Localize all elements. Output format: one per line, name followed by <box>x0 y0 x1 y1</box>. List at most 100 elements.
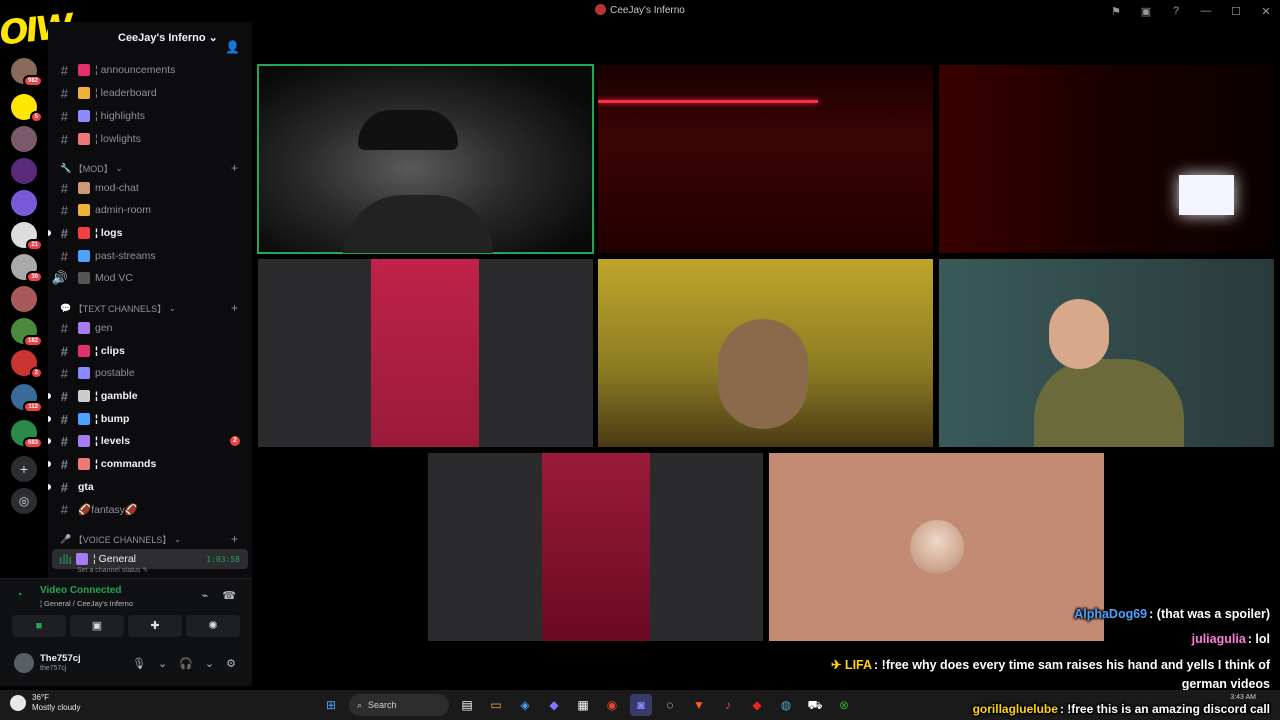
microphone-icon: 🎤 <box>60 533 74 544</box>
channel-leaderboard[interactable]: # ¦ leaderboard <box>48 83 252 103</box>
help-icon[interactable]: ? <box>1168 5 1184 17</box>
channel-past-streams[interactable]: # past-streams <box>48 246 252 266</box>
video-tile[interactable] <box>939 65 1274 253</box>
video-tile[interactable] <box>258 259 593 447</box>
chevron-down-icon[interactable]: ⌄ <box>205 657 214 670</box>
channel-logs[interactable]: # ¦ logs <box>48 223 252 243</box>
chrome-icon[interactable]: ◉ <box>601 694 623 716</box>
noise-suppression-icon[interactable]: ⌁ <box>202 589 209 602</box>
task-view-icon[interactable]: ▤ <box>456 694 478 716</box>
avatar[interactable] <box>14 653 34 673</box>
add-channel-icon[interactable]: + <box>231 161 238 175</box>
headphones-icon[interactable]: 🎧 <box>179 657 193 670</box>
server-icon[interactable]: 182 <box>11 318 43 347</box>
music-icon[interactable]: ♪ <box>717 694 739 716</box>
app-icon[interactable]: ◍ <box>775 694 797 716</box>
screen-share-button[interactable]: ▣ <box>70 615 124 637</box>
video-tile[interactable] <box>598 65 933 253</box>
close-icon[interactable]: ✕ <box>1258 5 1274 18</box>
video-tile[interactable] <box>428 453 763 641</box>
search-box[interactable]: ⌕ Search <box>349 694 449 716</box>
brave-icon[interactable]: ▼ <box>688 694 710 716</box>
discord-icon[interactable]: ◙ <box>630 694 652 716</box>
chat-username: juliagulia <box>1191 632 1246 646</box>
server-icon[interactable]: 112 <box>11 384 43 413</box>
channel-fantasy[interactable]: # 🏈fantasy🏈 <box>48 499 252 519</box>
channel-levels[interactable]: # ¦ levels 2 <box>48 431 252 451</box>
chat-message: AlphaDog69: (that was a spoiler) <box>1074 606 1270 622</box>
server-icon[interactable]: 30 <box>11 254 43 283</box>
weather-icon <box>10 695 26 711</box>
channel-mod-vc[interactable]: 🔊 Mod VC <box>48 268 252 288</box>
server-icon[interactable] <box>11 286 37 312</box>
soundboard-button[interactable]: ✺ <box>186 615 240 637</box>
server-name-header[interactable]: CeeJay's Inferno ⌄ 👤 <box>48 22 252 54</box>
channel-admin-room[interactable]: # admin-room <box>48 200 252 220</box>
channel-postable[interactable]: # postable <box>48 363 252 383</box>
username[interactable]: The757cj <box>40 653 81 664</box>
explore-icon[interactable]: ◎ <box>11 488 37 514</box>
server-rail: 982 5 21 30 182 2 112 683 + ◎ <box>0 22 48 578</box>
server-icon[interactable] <box>11 126 37 152</box>
chevron-down-icon[interactable]: ⌄ <box>158 657 167 670</box>
notification-icon[interactable]: ▣ <box>1138 5 1154 18</box>
video-tile-speaking[interactable] <box>257 64 594 254</box>
add-channel-icon[interactable]: + <box>231 532 238 546</box>
invite-icon[interactable]: 👤 <box>225 31 240 63</box>
hash-icon: # <box>60 248 68 264</box>
microphone-icon[interactable]: 🎙 <box>132 657 146 670</box>
server-icon[interactable] <box>11 190 37 216</box>
app-icon[interactable]: ⛟ <box>804 694 826 716</box>
category-mod[interactable]: 🔧 【MOD】 ⌄ + <box>60 160 250 176</box>
participant-silhouette <box>358 110 458 150</box>
channel-lowlights[interactable]: # ¦ lowlights <box>48 129 252 149</box>
server-icon[interactable]: 683 <box>11 420 43 449</box>
camera-button[interactable]: ■ <box>12 615 66 637</box>
server-icon[interactable]: 2 <box>11 350 43 379</box>
server-icon[interactable]: 21 <box>11 222 43 251</box>
channel-commands[interactable]: # ¦ commands <box>48 454 252 474</box>
xbox-icon[interactable]: ⊗ <box>833 694 855 716</box>
levels-icon <box>78 435 90 447</box>
server-icon[interactable] <box>11 158 37 184</box>
channel-gamble[interactable]: # ¦ gamble <box>48 386 252 406</box>
voice-connection-panel: ◔ Video Connected ¦ General / CeeJay's I… <box>0 578 252 686</box>
channel-bump[interactable]: # ¦ bump <box>48 409 252 429</box>
channel-status[interactable]: Set a channel status ✎ <box>77 566 148 574</box>
voice-status-title[interactable]: Video Connected <box>40 585 122 596</box>
disconnect-icon[interactable]: ☎ <box>222 589 236 602</box>
start-icon[interactable]: ⊞ <box>320 694 342 716</box>
monitor-glow <box>1179 175 1234 215</box>
hash-icon: # <box>60 180 68 196</box>
github-icon[interactable]: ◌ <box>659 694 681 716</box>
add-channel-icon[interactable]: + <box>231 301 238 315</box>
channel-clips[interactable]: # ¦ clips <box>48 341 252 361</box>
category-voice-channels[interactable]: 🎤 【VOICE CHANNELS】 ⌄ + <box>60 531 250 547</box>
channel-gta[interactable]: # gta <box>48 477 252 497</box>
server-icon[interactable]: 5 <box>11 94 43 123</box>
app-icon[interactable]: ◆ <box>746 694 768 716</box>
weather-widget[interactable]: 36°F Mostly cloudy <box>10 693 80 713</box>
maximize-icon[interactable]: ☐ <box>1228 5 1244 18</box>
video-tile-avatar[interactable] <box>769 453 1104 641</box>
activities-button[interactable]: ✚ <box>128 615 182 637</box>
mention-badge: 2 <box>29 367 43 379</box>
flag-icon[interactable]: ⚑ <box>1108 5 1124 18</box>
add-server-icon[interactable]: + <box>11 456 37 482</box>
voice-activity-icon: ıllı <box>59 551 72 567</box>
server-icon[interactable]: 982 <box>11 58 43 87</box>
copilot-icon[interactable]: ◈ <box>514 694 536 716</box>
category-text-channels[interactable]: 💬 【TEXT CHANNELS】 ⌄ + <box>60 300 250 316</box>
channel-announcements[interactable]: # ¦ announcements <box>48 60 252 80</box>
file-explorer-icon[interactable]: ▭ <box>485 694 507 716</box>
channel-mod-chat[interactable]: # mod-chat <box>48 178 252 198</box>
minimize-icon[interactable]: — <box>1198 5 1214 17</box>
video-tile[interactable] <box>939 259 1274 447</box>
teams-icon[interactable]: ◆ <box>543 694 565 716</box>
gear-icon[interactable]: ⚙ <box>226 657 236 670</box>
channel-gen[interactable]: # gen <box>48 318 252 338</box>
video-tile[interactable] <box>598 259 933 447</box>
store-icon[interactable]: ▦ <box>572 694 594 716</box>
channel-highlights[interactable]: # ¦ highlights <box>48 106 252 126</box>
clock[interactable]: 3:43 AM <box>1230 694 1256 701</box>
